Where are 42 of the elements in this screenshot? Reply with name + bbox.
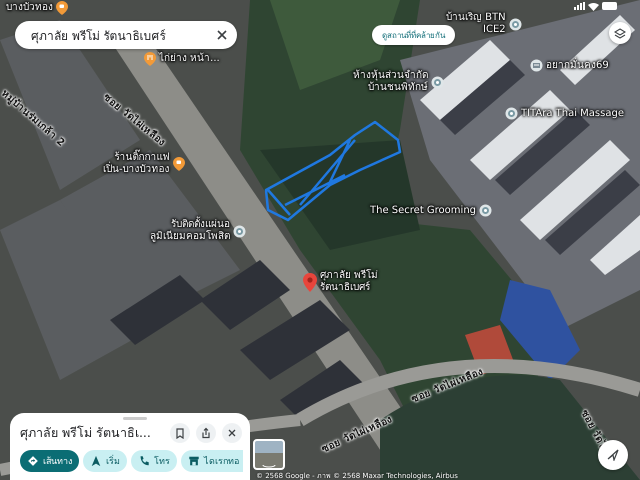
- place-label[interactable]: รับติดตั้งแผ่นอ: [171, 219, 230, 231]
- place-label[interactable]: เปิ่น-บางบัวทอง: [103, 164, 170, 176]
- bookmark-icon[interactable]: [170, 423, 190, 443]
- place-label[interactable]: ลูมิเนียมคอมโพสิต: [150, 231, 230, 243]
- place-marker-icon[interactable]: [233, 224, 246, 238]
- action-chip[interactable]: เส้นทาง: [20, 450, 79, 472]
- place-marker-icon[interactable]: [508, 18, 522, 30]
- pinned-place-label[interactable]: ศุภาลัย พรีโม่: [320, 270, 378, 282]
- place-label[interactable]: ร้านติ๊กกาแฟ: [114, 152, 170, 164]
- action-chip[interactable]: ไดเรกทอ: [181, 450, 243, 472]
- building-marker-icon[interactable]: [530, 59, 543, 72]
- place-marker-icon[interactable]: [431, 76, 444, 88]
- signal-icon: [574, 2, 585, 10]
- phone-icon: [138, 455, 150, 467]
- share-icon[interactable]: [196, 423, 216, 443]
- action-chip[interactable]: โทร: [131, 450, 177, 472]
- close-icon[interactable]: [215, 28, 229, 42]
- place-label[interactable]: บางบัวทอง: [6, 2, 53, 14]
- place-title: ศุภาลัย พรีโม่ รัตนาธิเ...: [20, 424, 152, 442]
- restaurant-marker-icon[interactable]: [144, 52, 156, 66]
- battery-icon: [602, 2, 617, 10]
- wifi-icon: [588, 2, 599, 11]
- cafe-marker-icon[interactable]: [172, 157, 185, 171]
- place-label[interactable]: บ้านเริญ BTN: [446, 12, 506, 24]
- close-icon[interactable]: [222, 423, 242, 443]
- place-label[interactable]: ไก่ย่าง หน้า...: [159, 53, 220, 65]
- action-chip[interactable]: เริ่ม: [83, 450, 127, 472]
- place-label[interactable]: ICE2: [483, 24, 506, 36]
- location-pin-icon[interactable]: [303, 272, 317, 292]
- place-marker-icon[interactable]: [479, 204, 492, 217]
- pinned-place-label[interactable]: รัตนาธิเบศร์: [320, 282, 370, 294]
- cafe-marker-icon[interactable]: [56, 1, 68, 15]
- street-view-thumbnail[interactable]: [253, 439, 285, 470]
- place-label[interactable]: The Secret Grooming: [370, 204, 476, 216]
- place-label[interactable]: บ้านชนพิทักษ์: [368, 82, 428, 94]
- navigation-arrow-icon: [90, 455, 102, 467]
- search-field[interactable]: ศุภาลัย พรีโม่ รัตนาธิเบศร์: [15, 21, 237, 49]
- place-label[interactable]: ห้างหุ้นส่วนจำกัด: [353, 70, 428, 82]
- similar-places-button[interactable]: ดูสถานที่ที่คล้ายกัน: [372, 25, 455, 45]
- storefront-icon: [188, 455, 200, 467]
- place-marker-icon[interactable]: [505, 107, 518, 120]
- drag-handle[interactable]: [123, 417, 147, 420]
